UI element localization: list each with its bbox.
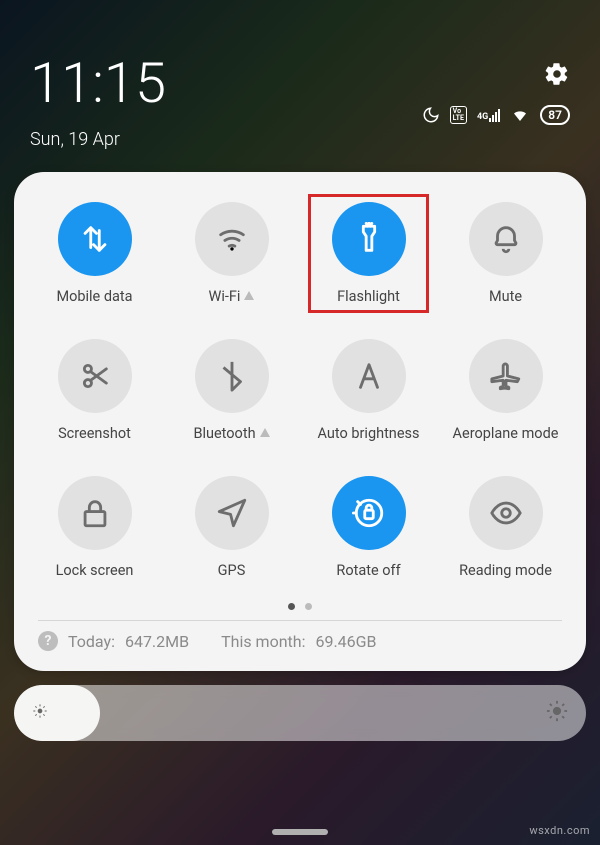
tile-label: Reading mode (459, 562, 552, 579)
tile-label: Flashlight (337, 288, 400, 305)
airplane-icon[interactable] (469, 339, 543, 413)
tile-mute[interactable]: Mute (443, 196, 568, 311)
tile-wi-fi[interactable]: Wi-Fi (169, 196, 294, 311)
tile-gps[interactable]: GPS (169, 470, 294, 585)
tile-label: Lock screen (56, 562, 134, 579)
clock-time: 11:15 (30, 55, 166, 111)
tile-mobile-data[interactable]: Mobile data (32, 196, 157, 311)
lock-icon[interactable] (58, 476, 132, 550)
tile-reading-mode[interactable]: Reading mode (443, 470, 568, 585)
status-icons: VoLTE 4G 87 (422, 105, 570, 125)
tile-flashlight[interactable]: Flashlight (306, 196, 431, 311)
wifi-icon[interactable] (195, 202, 269, 276)
scissors-icon[interactable] (58, 339, 132, 413)
tile-label: Auto brightness (318, 425, 420, 442)
tile-label: Rotate off (336, 562, 400, 579)
battery-indicator: 87 (540, 105, 570, 125)
bluetooth-icon[interactable] (195, 339, 269, 413)
tile-label: Mobile data (56, 288, 132, 305)
eye-icon[interactable] (469, 476, 543, 550)
info-icon: ? (38, 631, 58, 651)
data-arrows-icon[interactable] (58, 202, 132, 276)
tile-lock-screen[interactable]: Lock screen (32, 470, 157, 585)
rotate-lock-icon[interactable] (332, 476, 406, 550)
tile-rotate-off[interactable]: Rotate off (306, 470, 431, 585)
data-usage-row[interactable]: ? Today: 647.2MB This month: 69.46GB (32, 631, 568, 657)
usage-today-value: 647.2MB (125, 632, 189, 651)
brightness-slider[interactable] (14, 685, 586, 741)
volte-icon: VoLTE (450, 106, 467, 124)
quick-settings-panel: Mobile data Wi-Fi Flashlight Mute Screen… (14, 172, 586, 671)
brightness-high-icon (546, 700, 568, 726)
letter-a-icon[interactable] (332, 339, 406, 413)
settings-icon[interactable] (544, 61, 570, 91)
navigate-icon[interactable] (195, 476, 269, 550)
usage-month-value: 69.46GB (315, 632, 376, 651)
wifi-status-icon (510, 106, 530, 124)
divider (38, 620, 562, 621)
watermark: wsxdn.com (529, 824, 590, 837)
page-indicator[interactable] (32, 603, 568, 610)
flashlight-icon[interactable] (332, 202, 406, 276)
tile-label: Bluetooth (193, 425, 269, 442)
tile-bluetooth[interactable]: Bluetooth (169, 333, 294, 448)
tile-label: Mute (489, 288, 522, 305)
usage-today-label: Today: (68, 632, 115, 651)
tile-screenshot[interactable]: Screenshot (32, 333, 157, 448)
dnd-icon (422, 106, 440, 124)
bell-icon[interactable] (469, 202, 543, 276)
nav-handle[interactable] (272, 829, 328, 835)
tile-label: Aeroplane mode (453, 425, 559, 442)
usage-month-label: This month: (221, 632, 305, 651)
tile-label: Screenshot (58, 425, 131, 442)
tile-aeroplane-mode[interactable]: Aeroplane mode (443, 333, 568, 448)
tile-label: Wi-Fi (209, 288, 255, 305)
tile-auto-brightness[interactable]: Auto brightness (306, 333, 431, 448)
chevron-icon (260, 428, 270, 437)
brightness-low-icon (32, 703, 48, 723)
network-4g-icon: 4G (477, 109, 500, 122)
tile-label: GPS (218, 562, 246, 579)
status-date: Sun, 19 Apr (30, 129, 166, 150)
chevron-icon (244, 291, 254, 300)
